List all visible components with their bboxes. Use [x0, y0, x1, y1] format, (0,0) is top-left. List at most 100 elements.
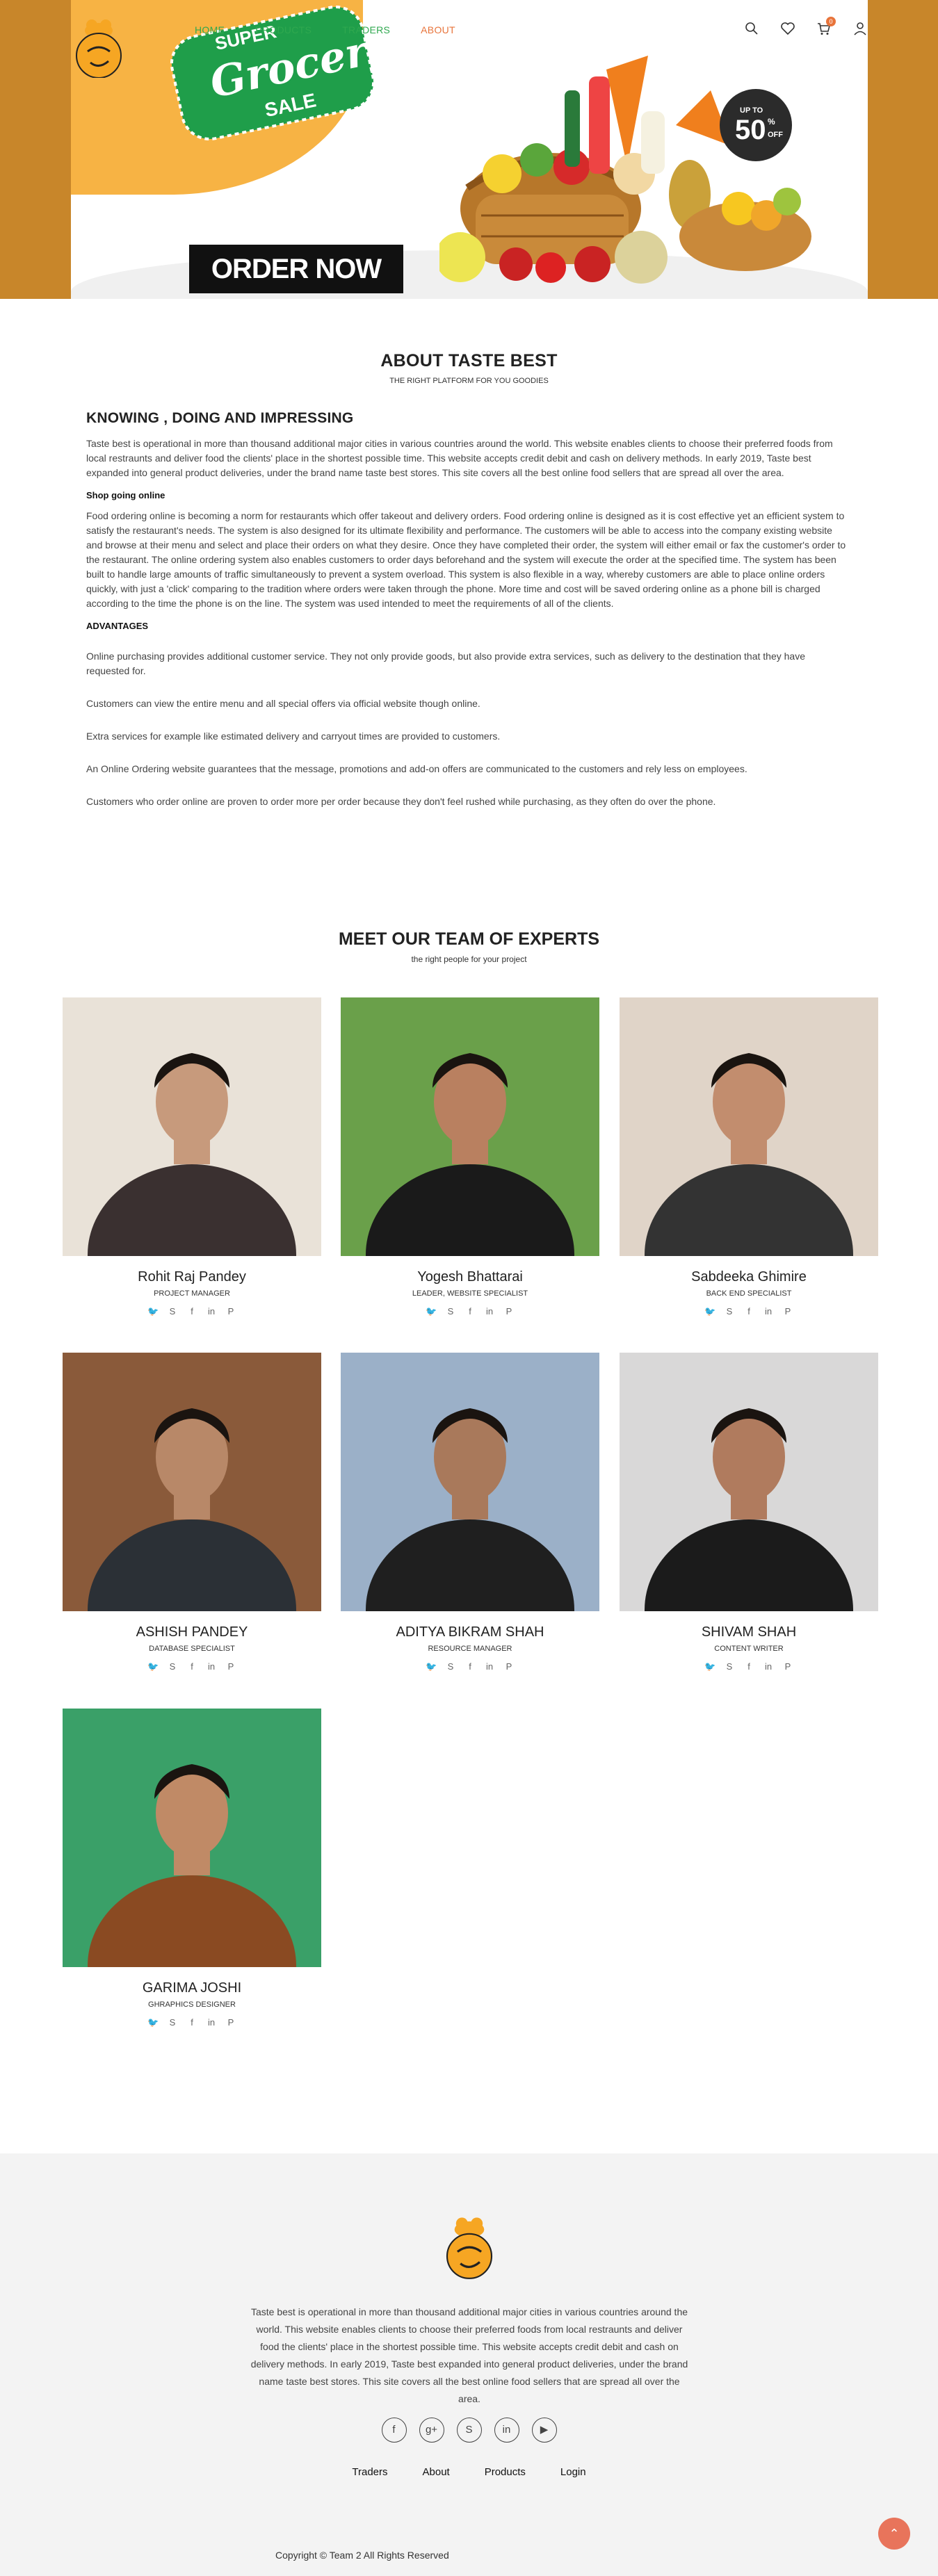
pinterest-icon[interactable]: P: [225, 2017, 236, 2028]
pinterest-icon[interactable]: P: [782, 1661, 793, 1672]
skype-icon[interactable]: S: [445, 1306, 456, 1317]
team-member-name: Rohit Raj Pandey: [138, 1269, 246, 1285]
about-title: ABOUT TASTE BEST: [380, 351, 558, 370]
facebook-icon[interactable]: f: [381, 2418, 407, 2443]
twitter-icon[interactable]: 🐦: [426, 1661, 437, 1672]
team-member-name: GARIMA JOSHI: [142, 1980, 242, 1996]
shop-text: Food ordering online is becoming a norm …: [86, 510, 846, 609]
team-member-role: LEADER, WEBSITE SPECIALIST: [412, 1289, 528, 1298]
twitter-icon[interactable]: 🐦: [704, 1306, 715, 1317]
team-subtitle: the right people for your project: [411, 954, 527, 964]
team-member-name: ADITYA BIKRAM SHAH: [396, 1624, 544, 1640]
heart-icon[interactable]: [780, 21, 795, 36]
footer-link-products[interactable]: Products: [485, 2466, 526, 2478]
nav-traders[interactable]: TRADERS: [342, 24, 390, 35]
advantage-item: Customers can view the entire menu and a…: [86, 698, 480, 709]
about-intro: Taste best is operational in more than t…: [86, 438, 833, 478]
nav-icons: 0: [744, 17, 868, 36]
team-member-photo: [63, 997, 321, 1345]
team-title: MEET OUR TEAM OF EXPERTS: [338, 929, 600, 949]
user-icon[interactable]: [852, 21, 868, 36]
linkedin-icon[interactable]: in: [763, 1661, 774, 1672]
nav-products[interactable]: PRODUCTS: [255, 24, 312, 35]
google-plus-icon[interactable]: g+: [419, 2418, 444, 2443]
team-member-name: SHIVAM SHAH: [701, 1624, 797, 1640]
offer-value: 50: [735, 115, 766, 145]
footer-links: Traders About Products Login: [0, 2466, 938, 2478]
team-member-photo: [63, 1353, 321, 1700]
team-member-card: Sabdeeka Ghimire BACK END SPECIALIST 🐦 Sf in…: [620, 997, 878, 1345]
team-member-card: ASHISH PANDEY DATABASE SPECIALIST 🐦 Sf in P: [63, 1353, 321, 1700]
facebook-icon[interactable]: f: [186, 1306, 197, 1317]
footer-link-about[interactable]: About: [423, 2466, 450, 2478]
advantage-item: An Online Ordering website guarantees th…: [86, 763, 747, 774]
linkedin-icon[interactable]: in: [494, 2418, 519, 2443]
pinterest-icon[interactable]: P: [225, 1661, 236, 1672]
pinterest-icon[interactable]: P: [225, 1306, 236, 1317]
facebook-icon[interactable]: f: [743, 1306, 754, 1317]
facebook-icon[interactable]: f: [464, 1661, 476, 1672]
team-member-name: ASHISH PANDEY: [136, 1624, 248, 1640]
skype-icon[interactable]: S: [445, 1661, 456, 1672]
footer-logo[interactable]: [442, 2213, 497, 2280]
linkedin-icon[interactable]: in: [763, 1306, 774, 1317]
offer-line-1: UP TO: [740, 106, 763, 115]
pinterest-icon[interactable]: P: [503, 1661, 515, 1672]
skype-icon[interactable]: S: [167, 2017, 178, 2028]
skype-icon[interactable]: S: [167, 1661, 178, 1672]
nav-home[interactable]: HOME: [195, 24, 225, 35]
taste-best-logo[interactable]: [74, 15, 124, 78]
advantage-item: Online purchasing provides additional cu…: [86, 651, 805, 676]
nav-about[interactable]: ABOUT: [421, 24, 455, 35]
twitter-icon[interactable]: 🐦: [147, 1306, 159, 1317]
team-member-role: GHRAPHICS DESIGNER: [148, 2000, 236, 2009]
pinterest-icon[interactable]: P: [782, 1306, 793, 1317]
linkedin-icon[interactable]: in: [206, 1661, 217, 1672]
offer-percent: %: [768, 117, 775, 127]
team-member-photo: [620, 997, 878, 1345]
youtube-icon[interactable]: ▶: [531, 2418, 557, 2443]
scroll-to-top-button[interactable]: ⌃: [878, 2518, 910, 2550]
twitter-icon[interactable]: 🐦: [704, 1661, 715, 1672]
twitter-icon[interactable]: 🐦: [426, 1306, 437, 1317]
twitter-icon[interactable]: 🐦: [147, 1661, 159, 1672]
team-member-role: PROJECT MANAGER: [154, 1289, 230, 1298]
team-member-role: BACK END SPECIALIST: [706, 1289, 792, 1298]
twitter-icon[interactable]: 🐦: [147, 2017, 159, 2028]
team-member-socials: 🐦 Sf in P: [63, 2017, 321, 2028]
hero-banner: SUPER Grocery SALE UP TO 50 % OFF ORDER …: [0, 0, 938, 299]
facebook-icon[interactable]: f: [743, 1661, 754, 1672]
skype-icon[interactable]: S: [456, 2418, 482, 2443]
pinterest-icon[interactable]: P: [503, 1306, 515, 1317]
team-member-name: Yogesh Bhattarai: [417, 1269, 523, 1285]
linkedin-icon[interactable]: in: [484, 1306, 495, 1317]
facebook-icon[interactable]: f: [186, 1661, 197, 1672]
skype-icon[interactable]: S: [167, 1306, 178, 1317]
order-now-button[interactable]: ORDER NOW: [189, 245, 403, 293]
footer-link-login[interactable]: Login: [560, 2466, 586, 2478]
linkedin-icon[interactable]: in: [206, 2017, 217, 2028]
team-member-socials: 🐦 Sf in P: [63, 1306, 321, 1317]
linkedin-icon[interactable]: in: [206, 1306, 217, 1317]
cart-button[interactable]: 0: [816, 17, 836, 36]
skype-icon[interactable]: S: [724, 1661, 735, 1672]
facebook-icon[interactable]: f: [186, 2017, 197, 2028]
footer-socials: f g+ S in ▶: [0, 2418, 938, 2443]
offer-line-2: OFF: [768, 131, 783, 139]
team-member-photo: [341, 1353, 599, 1700]
nav-links: HOME PRODUCTS TRADERS ABOUT: [195, 24, 486, 35]
team-member-socials: 🐦 Sf in P: [620, 1661, 878, 1672]
team-member-card: ADITYA BIKRAM SHAH RESOURCE MANAGER 🐦 Sf in P: [341, 1353, 599, 1700]
skype-icon[interactable]: S: [724, 1306, 735, 1317]
team-member-photo: [620, 1353, 878, 1700]
cart-count-badge: 0: [826, 17, 836, 26]
advantages-heading: ADVANTAGES: [86, 621, 149, 631]
team-member-card: SHIVAM SHAH CONTENT WRITER 🐦 Sf in P: [620, 1353, 878, 1700]
linkedin-icon[interactable]: in: [484, 1661, 495, 1672]
footer-link-traders[interactable]: Traders: [352, 2466, 387, 2478]
facebook-icon[interactable]: f: [464, 1306, 476, 1317]
team-member-socials: 🐦 Sf in P: [341, 1306, 599, 1317]
team-member-card: Rohit Raj Pandey PROJECT MANAGER 🐦 Sf in P: [63, 997, 321, 1345]
about-heading: KNOWING , DOING AND IMPRESSING: [86, 410, 354, 426]
search-icon[interactable]: [744, 21, 759, 36]
